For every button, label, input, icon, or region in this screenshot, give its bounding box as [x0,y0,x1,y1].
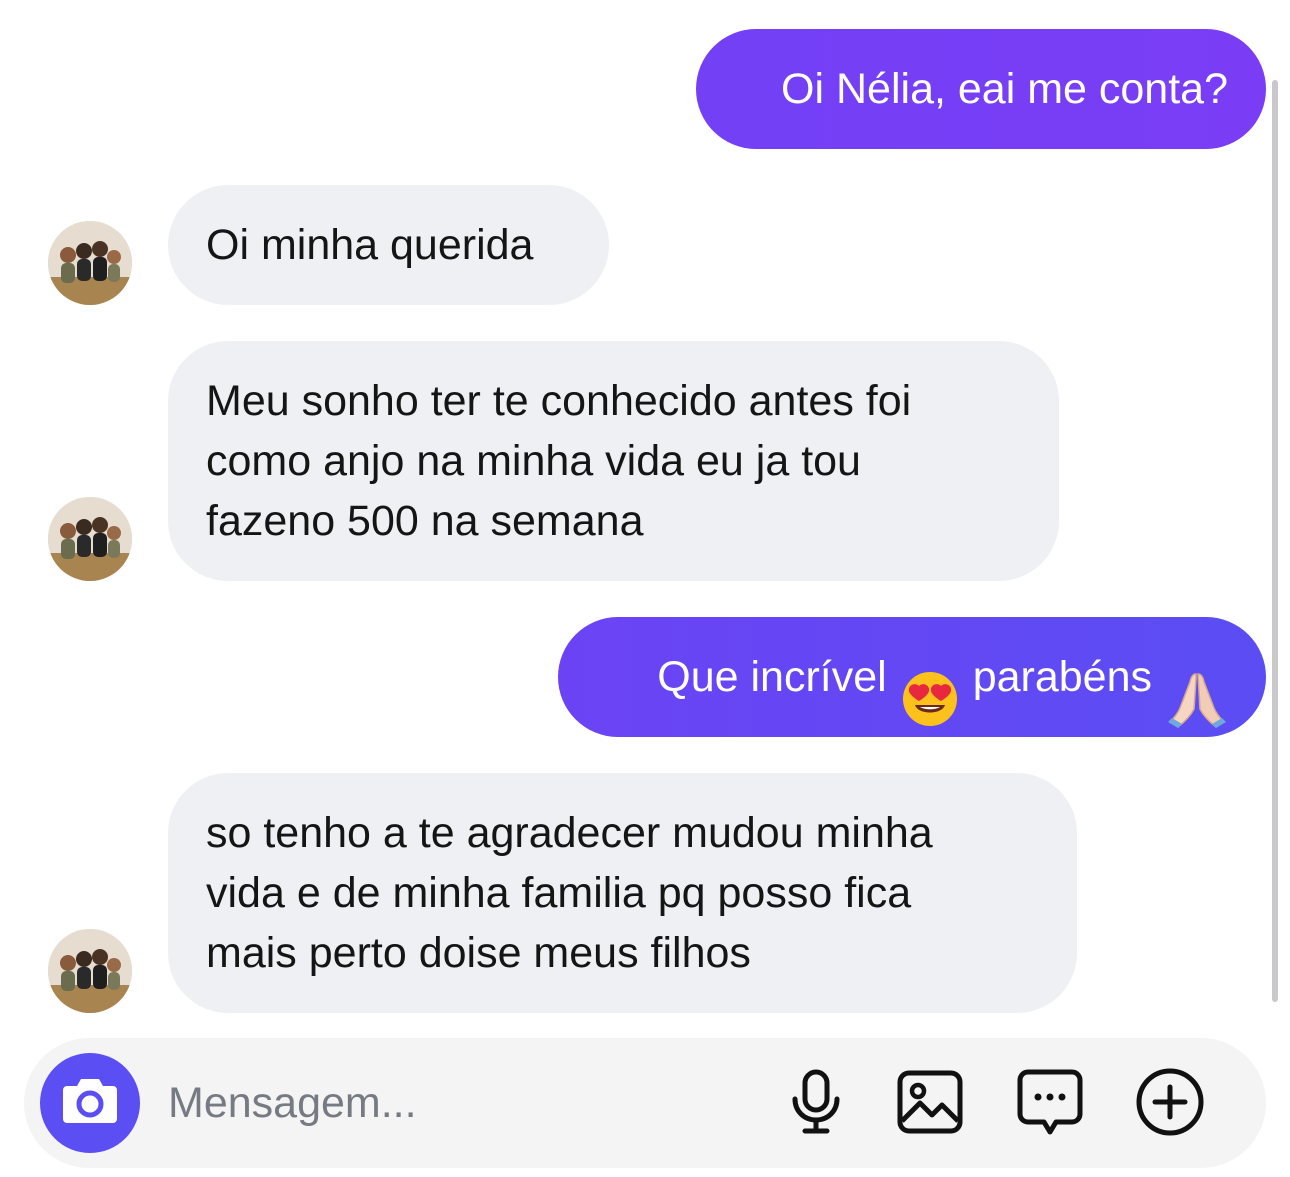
message-input[interactable] [168,1070,748,1136]
incoming-message[interactable]: Meu sonho ter te conhecido antes foi com… [168,341,1059,581]
incoming-message[interactable]: Oi minha querida [168,185,609,305]
praying-hands-emoji-icon [1166,608,1228,746]
avatar[interactable] [48,929,132,1013]
incoming-message[interactable]: so tenho a te agradecer mudou minha vida… [168,773,1077,1013]
image-icon [896,1069,964,1140]
message-text: Oi Nélia, eai me conta? [781,65,1228,113]
message-text: Meu sonho ter te conhecido antes foi com… [206,377,912,545]
microphone-button[interactable] [780,1068,852,1140]
outgoing-message[interactable]: Oi Nélia, eai me conta? [696,29,1266,149]
scrollbar[interactable] [1272,80,1278,1002]
avatar[interactable] [48,221,132,305]
message-text: parabéns [972,653,1152,701]
microphone-icon [788,1069,844,1140]
message-text: Que incrível [657,653,887,701]
heart-eyes-emoji-icon [901,610,959,744]
message-text: so tenho a te agradecer mudou minha vida… [206,809,933,977]
gallery-button[interactable] [894,1068,966,1140]
camera-icon [61,1077,119,1130]
avatar[interactable] [48,497,132,581]
chat-bubble-icon [1016,1068,1084,1141]
more-options-button[interactable] [1134,1068,1206,1140]
message-text: Oi minha querida [206,221,534,269]
outgoing-message[interactable]: Que incrível parabéns [558,617,1266,737]
chat-thread: Oi Nélia, eai me conta? Oi minha querida… [0,0,1290,1030]
plus-circle-icon [1135,1067,1205,1142]
camera-button[interactable] [40,1053,140,1153]
sticker-button[interactable] [1014,1068,1086,1140]
